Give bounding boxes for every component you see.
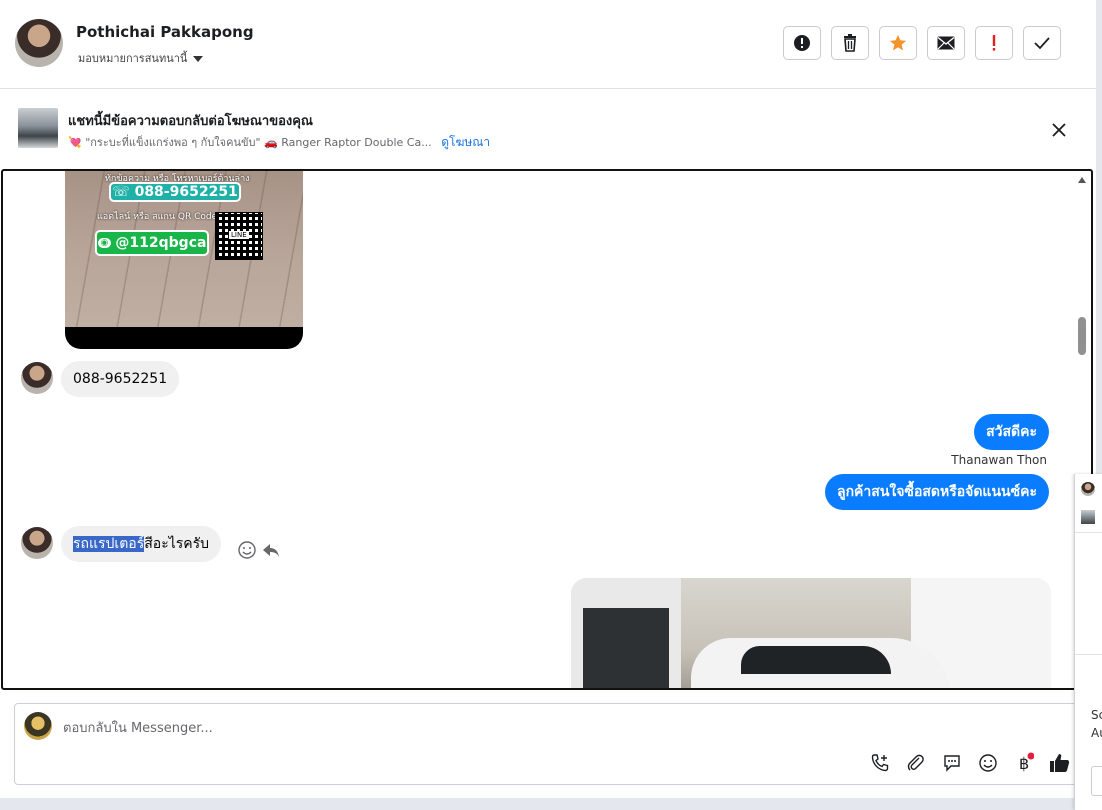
car-image-attachment[interactable] bbox=[571, 578, 1051, 688]
inbox-panel: Pothichai Pakkapong มอบหมายการสนทนานี้ แ… bbox=[0, 0, 1096, 798]
reply-composer: ฿ bbox=[14, 703, 1088, 785]
baht-icon: ฿ bbox=[1019, 752, 1034, 773]
contact-name[interactable]: Pothichai Pakkapong bbox=[76, 23, 254, 41]
divider bbox=[1075, 532, 1102, 533]
payment-button[interactable]: ฿ bbox=[1013, 752, 1035, 774]
contact-avatar[interactable] bbox=[15, 19, 63, 67]
qr-label: LINE bbox=[229, 231, 249, 239]
conversation-header: Pothichai Pakkapong มอบหมายการสนทนานี้ bbox=[0, 0, 1096, 89]
divider bbox=[1075, 654, 1102, 655]
ad-thumbnail[interactable] bbox=[18, 108, 58, 148]
side-panel-text: Au bbox=[1091, 726, 1102, 740]
image-caption-line: แอดไลน์ หรือ สแกน QR Code bbox=[97, 212, 218, 222]
contact-avatar-small[interactable] bbox=[21, 362, 53, 394]
call-button[interactable] bbox=[869, 752, 891, 774]
assign-conversation-dropdown[interactable]: มอบหมายการสนทนานี้ bbox=[78, 49, 204, 67]
close-icon[interactable] bbox=[1050, 121, 1068, 139]
emoji-button[interactable] bbox=[977, 752, 999, 774]
side-panel-avatar bbox=[1081, 482, 1095, 496]
qr-code: LINE bbox=[215, 212, 263, 260]
ad-quote: 💘 "กระบะที่แข็งแกร่งพอ ๆ กับใจคนขับ" bbox=[68, 136, 261, 149]
star-button[interactable] bbox=[879, 26, 917, 60]
ad-reply-banner: แชทนี้มีข้อความตอบกลับต่อโฆษณาของคุณ 💘 "… bbox=[0, 89, 1096, 168]
check-icon bbox=[1034, 37, 1050, 50]
trash-icon bbox=[844, 34, 856, 52]
saved-replies-button[interactable] bbox=[941, 752, 963, 774]
banner-ad-info: 💘 "กระบะที่แข็งแกร่งพอ ๆ กับใจคนขับ" 🚗 R… bbox=[68, 133, 490, 152]
exclamation-icon bbox=[992, 35, 996, 51]
banner-title: แชทนี้มีข้อความตอบกลับต่อโฆษณาของคุณ bbox=[68, 114, 313, 129]
image-car-windshield bbox=[741, 646, 891, 674]
image-phone-badge: ☏ 088-9652251 bbox=[109, 182, 241, 202]
star-icon bbox=[889, 34, 907, 51]
contact-avatar-small[interactable] bbox=[21, 527, 53, 559]
chat-bubble-icon bbox=[944, 755, 960, 772]
side-panel-thumbnail bbox=[1081, 510, 1095, 524]
page-avatar bbox=[24, 712, 52, 740]
message-thread[interactable]: ทักข้อความ หรือ โทรหาเบอร์ด้านล่าง ☏ 088… bbox=[1, 169, 1093, 690]
image-door bbox=[583, 608, 669, 688]
incoming-message[interactable]: รถแรปเตอร์สีอะไรครับ bbox=[61, 526, 222, 562]
side-panel-box[interactable] bbox=[1091, 766, 1102, 796]
emoji-icon bbox=[979, 754, 997, 772]
like-button[interactable] bbox=[1049, 752, 1071, 774]
ad-name: 🚗 Ranger Raptor Double Ca... bbox=[264, 136, 432, 149]
attach-button[interactable] bbox=[905, 752, 927, 774]
caret-down-icon bbox=[193, 56, 204, 62]
reply-input[interactable] bbox=[63, 718, 963, 738]
ad-image-attachment[interactable]: ทักข้อความ หรือ โทรหาเบอร์ด้านล่าง ☏ 088… bbox=[65, 171, 303, 349]
image-phone-number: 088-9652251 bbox=[134, 184, 238, 200]
image-line-badge: ◉ @112qbgca bbox=[95, 230, 209, 256]
view-ad-link[interactable]: ดูโฆษณา bbox=[441, 135, 490, 149]
delete-button[interactable] bbox=[831, 26, 869, 60]
mark-spam-button[interactable] bbox=[783, 26, 821, 60]
image-bottom-bar bbox=[65, 327, 303, 349]
outgoing-message[interactable]: ลูกค้าสนใจซื้อสดหรือจัดแนนซ์คะ bbox=[825, 474, 1049, 510]
mark-unread-button[interactable] bbox=[927, 26, 965, 60]
scroll-up-arrow-icon[interactable] bbox=[1078, 177, 1086, 183]
incoming-message[interactable]: 088-9652251 bbox=[61, 361, 180, 397]
message-text: สีอะไรครับ bbox=[144, 536, 210, 552]
follow-up-button[interactable] bbox=[975, 26, 1013, 60]
phone-plus-icon bbox=[871, 754, 889, 772]
selected-text: รถแรปเตอร์ bbox=[73, 536, 145, 552]
emoji-react-icon[interactable] bbox=[237, 540, 257, 560]
side-panel-text: Sc bbox=[1091, 708, 1102, 722]
line-logo-icon: ◉ bbox=[97, 238, 112, 248]
agent-name: Thanawan Thon bbox=[951, 453, 1047, 467]
envelope-icon bbox=[937, 36, 955, 50]
thumbs-up-icon bbox=[1050, 754, 1070, 772]
mark-spam-icon bbox=[794, 35, 810, 51]
image-line-id: @112qbgca bbox=[115, 235, 207, 251]
assign-label: มอบหมายการสนทนานี้ bbox=[78, 52, 188, 65]
scrollbar-thumb[interactable] bbox=[1078, 317, 1086, 355]
reply-icon[interactable] bbox=[261, 540, 281, 560]
outgoing-message[interactable]: สวัสดีคะ bbox=[974, 414, 1049, 450]
floating-side-panel[interactable]: Sc Au bbox=[1074, 474, 1102, 810]
paperclip-icon bbox=[907, 754, 924, 771]
mark-done-button[interactable] bbox=[1023, 26, 1061, 60]
